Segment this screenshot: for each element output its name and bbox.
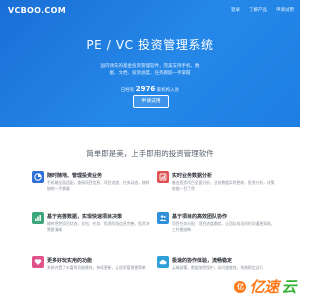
yisu-cloud-watermark: 亿 亿速 云: [234, 276, 296, 297]
watermark-text-orange: 亿速: [249, 278, 279, 296]
feature-title: 实时业务数据分析: [172, 173, 213, 179]
nav-about-product[interactable]: 了解产品: [249, 7, 267, 13]
count-prefix: 已经有: [120, 88, 135, 93]
hero-title: PE / VC 投资管理系统: [86, 38, 214, 52]
top-nav: 登录 了解产品 申请试用: [231, 7, 294, 13]
feature-title: 更多好玩实用的功能: [47, 258, 93, 264]
watermark-logo-icon: 亿: [234, 280, 247, 293]
institution-count: 已经有 2976 家机构入驻: [0, 85, 300, 93]
feature-item: 基于项目的高效团队协作 项目任务分配、项目进度跟踪，让团队成员间的沟通更高效，工…: [157, 212, 275, 252]
team-icon: [157, 212, 169, 224]
count-suffix: 家机构入驻: [156, 88, 180, 93]
feature-title: 随时随地、管理投资业务: [47, 173, 103, 179]
hero-description: 国内领先的基金投资管理软件，完美支持手机、数据、文档、投资进度、任务跟踪一手掌握: [100, 64, 200, 76]
feature-description: 基金投资项目全面分析，业务数据实时更新，投资分析，决策依据一目了然: [172, 180, 275, 192]
features-section-title: 简单即是美，上手即用的投资管理软件: [86, 149, 214, 158]
hero-banner: VCBOO.COM 登录 了解产品 申请试用 PE / VC 投资管理系统 国内…: [0, 0, 300, 127]
feature-description: 云端部署，数据加密保护，访问速度快，系统稳定运行: [172, 265, 264, 270]
pie-chart-icon: [32, 171, 44, 183]
cloud-icon: [157, 256, 169, 268]
feature-item: 基于完善数据，实现快速项目决策 随时把控项目状态，文档、任务、投资阶段信息完善，…: [32, 212, 150, 252]
feature-item: 更多好玩实用的功能 系统内置了丰富的功能模块，持续更新，让投资管理更简单: [32, 256, 150, 296]
feature-item: 随时随地、管理投资业务 手机端全面适配，查阅项目信息、项目进度、任务动态，随时随…: [32, 171, 150, 211]
cloud-data-icon: [157, 171, 169, 183]
feature-title: 极速的协作体验，流畅稳定: [172, 258, 233, 264]
feature-item: 实时业务数据分析 基金投资项目全面分析，业务数据实时更新，投资分析，决策依据一目…: [157, 171, 275, 211]
apply-trial-button[interactable]: 申请试用: [133, 95, 169, 108]
feature-title: 基于完善数据，实现快速项目决策: [47, 214, 123, 220]
watermark-text-green: 云: [281, 278, 296, 296]
feature-description: 随时把控项目状态，文档、任务、投资阶段信息完善，投资决策更清晰: [47, 221, 150, 233]
feature-description: 项目任务分配、项目进度跟踪，让团队成员间的沟通更高效，工作更顺畅: [172, 221, 275, 233]
heart-icon: [32, 256, 44, 268]
feature-description: 系统内置了丰富的功能模块，持续更新，让投资管理更简单: [47, 265, 146, 270]
nav-login[interactable]: 登录: [231, 7, 240, 13]
feature-description: 手机端全面适配，查阅项目信息、项目进度、任务动态，随时随地一手掌握: [47, 180, 150, 192]
site-logo[interactable]: VCBOO.COM: [8, 6, 66, 15]
bar-chart-icon: [32, 212, 44, 224]
feature-title: 基于项目的高效团队协作: [172, 214, 228, 220]
count-value: 2976: [135, 85, 156, 93]
nav-apply-trial[interactable]: 申请试用: [276, 7, 294, 13]
